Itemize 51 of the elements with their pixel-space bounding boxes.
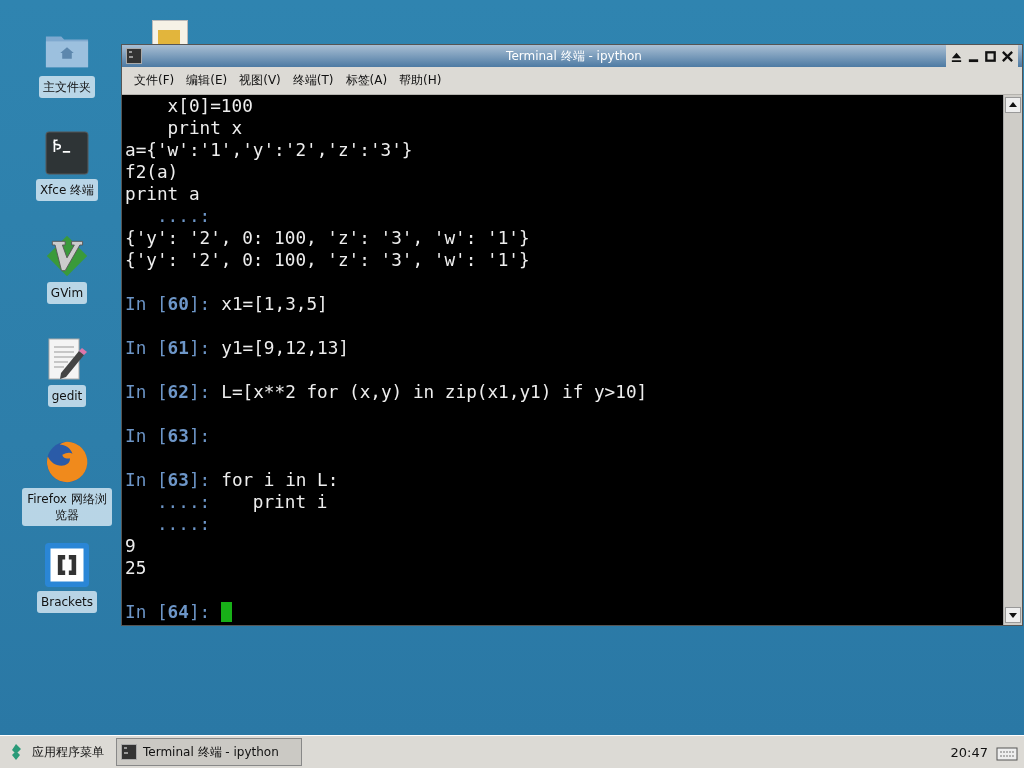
- menu-item[interactable]: 编辑(E): [186, 72, 228, 89]
- output-line: print a: [125, 184, 200, 204]
- menu-item[interactable]: 终端(T): [292, 72, 334, 89]
- input-prompt: In [63]:: [125, 470, 211, 490]
- input-prompt: In [64]:: [125, 602, 211, 622]
- code-line: y1=[9,12,13]: [221, 338, 350, 358]
- continuation-prompt: ....:: [155, 514, 211, 534]
- desktop-icon-label[interactable]: Xfce 终端: [35, 179, 99, 201]
- output-line: 25: [125, 558, 147, 578]
- globe-fox-icon[interactable]: [44, 440, 90, 484]
- terminal-icon[interactable]: [44, 131, 90, 175]
- maximize-icon[interactable]: [984, 49, 997, 63]
- desktop-icon-label[interactable]: 主文件夹: [39, 76, 95, 98]
- menu-item[interactable]: 视图(V): [239, 72, 281, 89]
- output-line: 9: [125, 536, 136, 556]
- continuation-prompt: ....:: [155, 492, 211, 512]
- code-line: for i in L:: [221, 470, 339, 490]
- desktop-icon-label[interactable]: gedit: [47, 385, 87, 407]
- menu-item[interactable]: 标签(A): [345, 72, 388, 89]
- taskbar-window-button[interactable]: Terminal 终端 - ipython: [116, 738, 302, 766]
- close-icon[interactable]: [1001, 49, 1014, 63]
- input-prompt: In [60]:: [125, 294, 211, 314]
- menu-item[interactable]: 帮助(H): [399, 72, 442, 89]
- code-line: x1=[1,3,5]: [221, 294, 328, 314]
- desktop-icon-label[interactable]: Brackets: [37, 591, 97, 613]
- continuation-prompt: ....:: [155, 206, 211, 226]
- leaf-icon: [10, 744, 22, 760]
- output-line: a={'w':'1','y':'2','z':'3'}: [125, 140, 413, 160]
- output-line: f2(a): [125, 162, 179, 182]
- window-title: Terminal 终端 - ipython: [505, 47, 643, 65]
- output-line: x[0]=100: [166, 96, 253, 116]
- desktop-icon-label[interactable]: Firefox 网络浏览器: [22, 488, 112, 526]
- output-line: {'y': '2', 0: 100, 'z': '3', 'w': '1'}: [125, 228, 530, 248]
- code-line: print i: [251, 492, 328, 512]
- vim-icon[interactable]: [44, 234, 90, 278]
- applications-menu-button[interactable]: 应用程序菜单: [6, 743, 108, 761]
- desktop-icon-label[interactable]: GVim: [46, 282, 88, 304]
- brackets-icon[interactable]: [44, 543, 90, 587]
- output-line: print x: [166, 118, 243, 138]
- menu-item[interactable]: 文件(F): [134, 72, 175, 89]
- input-prompt: In [63]:: [125, 426, 211, 446]
- clock[interactable]: 20:47: [950, 744, 988, 760]
- input-prompt: In [61]:: [125, 338, 211, 358]
- document-icon[interactable]: [152, 20, 188, 46]
- code-line: L=[x**2 for (x,y) in zip(x1,y1) if y>10]: [221, 382, 648, 402]
- scroll-down-icon[interactable]: [1005, 607, 1021, 623]
- terminal-icon: [126, 48, 142, 64]
- terminal-icon: [121, 744, 137, 760]
- output-line: {'y': '2', 0: 100, 'z': '3', 'w': '1'}: [125, 250, 530, 270]
- scroll-up-icon[interactable]: [1005, 97, 1021, 113]
- input-prompt: In [62]:: [125, 382, 211, 402]
